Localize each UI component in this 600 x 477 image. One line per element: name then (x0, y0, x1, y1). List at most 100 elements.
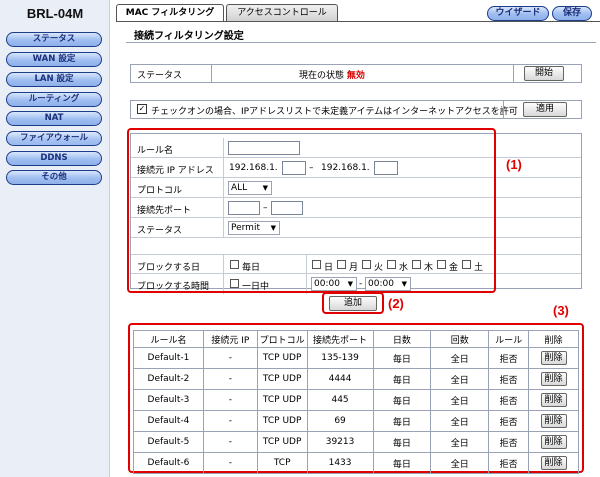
cell-delete: 削除 (528, 389, 579, 411)
page-title: 接続フィルタリング設定 (134, 31, 244, 42)
column-header: 削除 (528, 330, 579, 348)
column-header: 回数 (430, 330, 490, 348)
cell-delete: 削除 (528, 410, 579, 432)
current-status-value: 無効 (346, 71, 365, 81)
cell-port: 39213 (306, 431, 374, 453)
current-status: 現在の状態 無効 (299, 68, 365, 81)
cell-days: 毎日 (372, 410, 432, 432)
cell-rule-name: Default-1 (133, 347, 204, 369)
delete-button[interactable]: 削除 (540, 435, 567, 449)
table-header-row: ルール名 接続元 IP プロトコル 接続先ポート 日数 回数 ルール 削除 (133, 330, 579, 348)
cell-protocol: TCP UDP (256, 389, 308, 411)
cell-protocol: TCP UDP (256, 431, 308, 453)
delete-button[interactable]: 削除 (540, 414, 567, 428)
cell-src-ip: - (202, 452, 258, 474)
cell-times: 全日 (430, 368, 490, 390)
cell-src-ip: - (202, 368, 258, 390)
cell-delete: 削除 (528, 368, 579, 390)
cell-times: 全日 (430, 410, 490, 432)
allow-undefined-label: チェックオンの場合、IPアドレスリストで未定義アイテムはインターネットアクセスを… (151, 107, 518, 117)
sidebar-item-status[interactable]: ステータス (6, 32, 102, 47)
delete-button[interactable]: 削除 (540, 372, 567, 386)
cell-rule-name: Default-2 (133, 368, 204, 390)
table-row: Default-3 - TCP UDP 445 毎日 全日 拒否 削除 (133, 389, 579, 411)
cell-rule-name: Default-5 (133, 431, 204, 453)
cell-rule: 拒否 (488, 452, 530, 474)
cell-delete: 削除 (528, 452, 579, 474)
table-row: Default-5 - TCP UDP 39213 毎日 全日 拒否 削除 (133, 431, 579, 453)
model-name: BRL-04M (26, 6, 84, 21)
cell-times: 全日 (430, 389, 490, 411)
cell-protocol: TCP (256, 452, 308, 474)
table-row: Default-1 - TCP UDP 135-139 毎日 全日 拒否 削除 (133, 347, 579, 369)
rules-table: ルール名 接続元 IP プロトコル 接続先ポート 日数 回数 ルール 削除 De… (133, 330, 579, 474)
allow-undefined-panel: ✓ チェックオンの場合、IPアドレスリストで未定義アイテムはインターネットアクセ… (130, 100, 582, 119)
cell-times: 全日 (430, 452, 490, 474)
cell-days: 毎日 (372, 368, 432, 390)
sidebar: BRL-04M ステータス WAN 設定 LAN 設定 ルーティング NAT フ… (0, 0, 110, 477)
wizard-button[interactable]: ウイザード (487, 6, 549, 21)
divider (211, 65, 212, 82)
status-label: ステータス (137, 71, 183, 81)
sidebar-item-nat[interactable]: NAT (6, 111, 102, 126)
sidebar-item-other[interactable]: その他 (6, 170, 102, 185)
current-status-label: 現在の状態 (299, 71, 345, 81)
annotation-label-3: (3) (553, 303, 569, 318)
cell-src-ip: - (202, 410, 258, 432)
sidebar-item-firewall[interactable]: ファイアウォール (6, 131, 102, 146)
sidebar-item-wan[interactable]: WAN 設定 (6, 52, 102, 67)
apply-button[interactable]: 適用 (523, 102, 567, 117)
status-panel: ステータス 現在の状態 無効 開始 (130, 64, 582, 83)
divider (503, 101, 504, 118)
save-button[interactable]: 保存 (552, 6, 592, 21)
cell-days: 毎日 (372, 431, 432, 453)
cell-src-ip: - (202, 389, 258, 411)
tab-divider (116, 21, 600, 22)
cell-rule: 拒否 (488, 347, 530, 369)
cell-port: 445 (306, 389, 374, 411)
column-header: ルール (488, 330, 530, 348)
cell-days: 毎日 (372, 347, 432, 369)
column-header: 接続先ポート (306, 330, 374, 348)
cell-delete: 削除 (528, 431, 579, 453)
table-row: Default-2 - TCP UDP 4444 毎日 全日 拒否 削除 (133, 368, 579, 390)
cell-days: 毎日 (372, 452, 432, 474)
sidebar-item-ddns[interactable]: DDNS (6, 151, 102, 166)
cell-protocol: TCP UDP (256, 368, 308, 390)
allow-undefined-checkbox[interactable]: ✓ (137, 104, 147, 114)
tab-mac-filtering[interactable]: MAC フィルタリング (116, 4, 224, 22)
add-button[interactable]: 追加 (329, 296, 377, 311)
sidebar-item-lan[interactable]: LAN 設定 (6, 72, 102, 87)
start-button[interactable]: 開始 (524, 66, 564, 81)
cell-rule-name: Default-3 (133, 389, 204, 411)
cell-protocol: TCP UDP (256, 410, 308, 432)
cell-times: 全日 (430, 431, 490, 453)
cell-rule: 拒否 (488, 410, 530, 432)
cell-port: 135-139 (306, 347, 374, 369)
cell-rule-name: Default-4 (133, 410, 204, 432)
delete-button[interactable]: 削除 (540, 351, 567, 365)
cell-port: 69 (306, 410, 374, 432)
cell-protocol: TCP UDP (256, 347, 308, 369)
annotation-box-1 (127, 128, 496, 293)
table-row: Default-4 - TCP UDP 69 毎日 全日 拒否 削除 (133, 410, 579, 432)
delete-button[interactable]: 削除 (540, 456, 567, 470)
column-header: プロトコル (256, 330, 308, 348)
column-header: 日数 (372, 330, 432, 348)
cell-port: 4444 (306, 368, 374, 390)
cell-days: 毎日 (372, 389, 432, 411)
cell-rule: 拒否 (488, 389, 530, 411)
annotation-label-1: (1) (506, 157, 522, 172)
cell-port: 1433 (306, 452, 374, 474)
annotation-label-2: (2) (388, 296, 404, 311)
table-row: Default-6 - TCP 1433 毎日 全日 拒否 削除 (133, 452, 579, 474)
title-divider (126, 42, 596, 43)
cell-times: 全日 (430, 347, 490, 369)
delete-button[interactable]: 削除 (540, 393, 567, 407)
cell-rule: 拒否 (488, 368, 530, 390)
cell-src-ip: - (202, 347, 258, 369)
cell-rule-name: Default-6 (133, 452, 204, 474)
cell-rule: 拒否 (488, 431, 530, 453)
sidebar-item-routing[interactable]: ルーティング (6, 92, 102, 107)
tab-access-control[interactable]: アクセスコントロール (226, 4, 338, 22)
